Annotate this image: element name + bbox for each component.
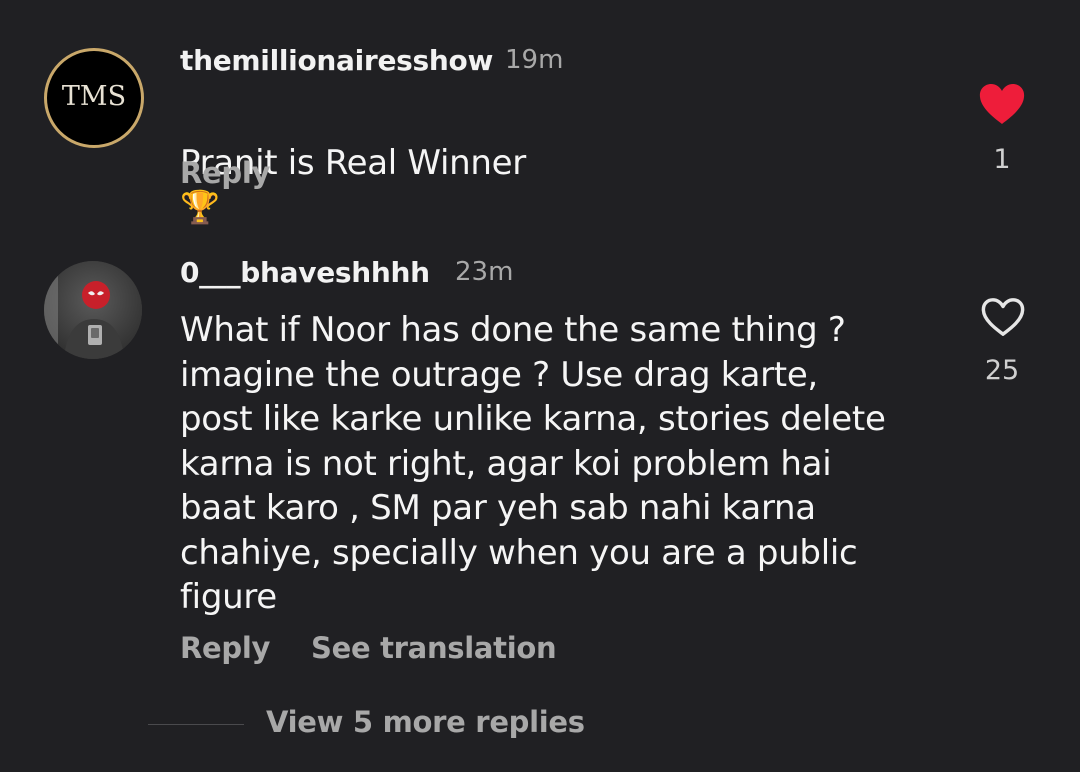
comment-username[interactable]: themillionairesshow — [180, 44, 493, 77]
reply-button[interactable]: Reply — [180, 156, 270, 190]
avatar-themillionairesshow[interactable]: TMS — [44, 48, 144, 148]
avatar-logo-text: TMS — [61, 80, 127, 112]
like-count: 25 — [984, 355, 1020, 386]
heart-outline-icon[interactable] — [980, 296, 1026, 338]
comment-timestamp: 19m — [505, 45, 564, 75]
replies-divider — [148, 724, 244, 725]
comment-text: What if Noor has done the same thing ? i… — [180, 310, 886, 617]
heart-filled-icon[interactable] — [978, 82, 1026, 126]
profile-photo — [44, 261, 142, 359]
see-translation-button[interactable]: See translation — [311, 631, 557, 665]
view-more-replies-button[interactable]: View 5 more replies — [266, 705, 585, 739]
trophy-icon: 🏆 — [180, 188, 220, 226]
avatar-0___bhaveshhhh[interactable] — [44, 261, 142, 359]
like-count: 1 — [993, 144, 1011, 175]
reply-button[interactable]: Reply — [180, 631, 270, 665]
comment-username[interactable]: 0___bhaveshhhh — [180, 256, 430, 289]
comment-timestamp: 23m — [455, 257, 514, 287]
